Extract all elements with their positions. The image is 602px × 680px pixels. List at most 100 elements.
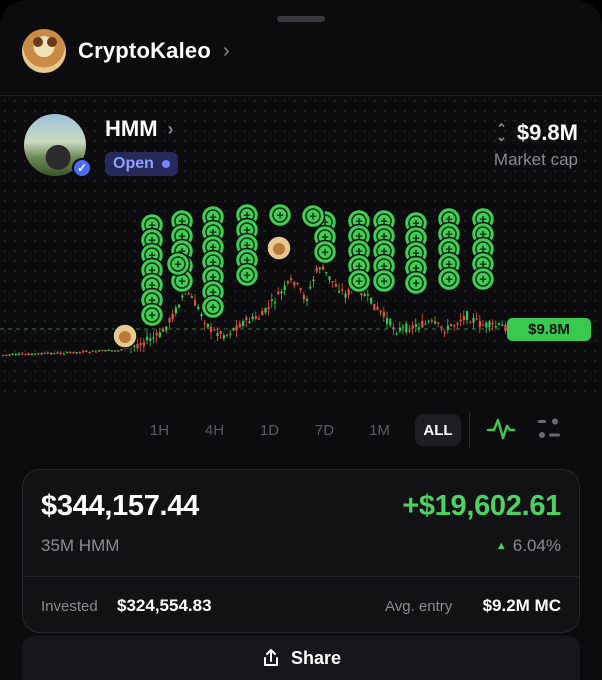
buy-marker-icon[interactable]: + [165,251,191,277]
buy-marker-icon[interactable]: + [267,202,293,228]
buy-marker-icon[interactable]: + [371,268,397,294]
trade-markers-layer: ++++++++++++++++++++++++++++++++++++++++… [112,202,496,349]
candle [325,272,328,274]
candle [187,293,190,295]
candle [43,352,46,355]
market-cap-toggle[interactable]: ⌃ ⌄ $9.8M [496,120,578,146]
candle [168,318,171,323]
candle [149,338,152,341]
candle [379,310,382,313]
candle [264,308,267,313]
candle [258,318,261,320]
current-price-tag: $9.8M [507,318,591,341]
candle [181,295,184,298]
position-pct: ▲ 6.04% [496,536,561,556]
candle [142,342,145,347]
buy-marker-symbol: + [276,208,284,223]
trader-avatar-marker[interactable] [112,323,138,349]
candle [363,293,366,297]
candle [443,332,446,334]
candle [283,285,286,290]
candle [309,286,312,289]
candle [270,299,273,301]
buy-marker-icon[interactable]: + [234,262,260,288]
candle [62,353,65,355]
tab-1d[interactable]: 1D [242,414,297,446]
token-name-link[interactable]: HMM › [105,116,174,142]
tab-4h[interactable]: 4H [187,414,242,446]
buy-marker-icon[interactable]: + [200,294,226,320]
chevron-right-icon: › [223,39,230,62]
price-chart[interactable]: ++++++++++++++++++++++++++++++++++++++++… [0,195,602,370]
candle [485,322,488,328]
candle [200,313,203,317]
line-chart-icon[interactable] [486,416,516,442]
candle [46,352,49,354]
candle [232,328,235,331]
candle [366,294,369,296]
tab-1h[interactable]: 1H [132,414,187,446]
candle [488,321,491,328]
candle [347,289,350,296]
candle [248,321,251,324]
candle [315,267,318,272]
position-card: $344,157.44 +$19,602.61 35M HMM ▲ 6.04% … [22,469,580,633]
tab-1m[interactable]: 1M [352,414,407,446]
divider [469,412,470,448]
candle [213,329,216,331]
sheet-grabber[interactable] [277,16,325,22]
chart-settings-icon[interactable] [536,417,562,441]
candle [14,353,17,356]
candle [277,291,280,295]
candle [72,351,75,354]
candle [453,325,456,327]
buy-marker-icon[interactable]: + [470,266,496,292]
candle [411,325,414,329]
buy-marker-icon[interactable]: + [346,268,372,294]
buy-marker-icon[interactable]: + [312,239,338,265]
candle [210,326,213,333]
candle [238,323,241,328]
buy-marker-icon[interactable]: + [139,302,165,328]
candle [69,351,72,354]
profile-link[interactable]: CryptoKaleo › [22,28,230,74]
status-dot-icon [161,160,170,168]
candle [37,353,40,355]
buy-marker-icon[interactable]: + [403,270,429,296]
candle [389,319,392,326]
candle [27,353,30,356]
candle [450,323,453,327]
share-button[interactable]: Share [22,636,580,680]
candle [267,307,270,310]
candle [120,349,123,351]
trader-avatar-marker[interactable] [266,235,292,261]
tab-7d[interactable]: 7D [297,414,352,446]
candle [296,283,299,285]
candle [418,327,421,329]
candle [85,350,88,352]
candle [386,318,389,324]
status-badge: Open [105,152,178,176]
position-pct-value: 6.04% [512,536,561,555]
timeframe-selector: 1H 4H 1D 7D 1M ALL [132,414,461,446]
candle [5,354,8,356]
buy-marker-symbol: + [309,209,317,224]
invested-value: $324,554.83 [117,596,212,615]
candle [434,321,437,324]
tab-all[interactable]: ALL [415,414,461,446]
share-label: Share [290,647,342,668]
buy-marker-symbol: + [412,276,420,291]
candle [312,279,315,282]
candle [56,352,59,354]
candle [242,321,245,326]
buy-marker-icon[interactable]: + [436,266,462,292]
candle [171,313,174,320]
candle [322,266,325,270]
triangle-up-icon: ▲ [495,540,507,552]
candle [34,353,37,355]
buy-marker-icon[interactable]: + [300,203,326,229]
candle [139,343,142,345]
candle [190,296,193,298]
candle [162,328,165,332]
market-cap-label: Market cap [493,150,578,169]
